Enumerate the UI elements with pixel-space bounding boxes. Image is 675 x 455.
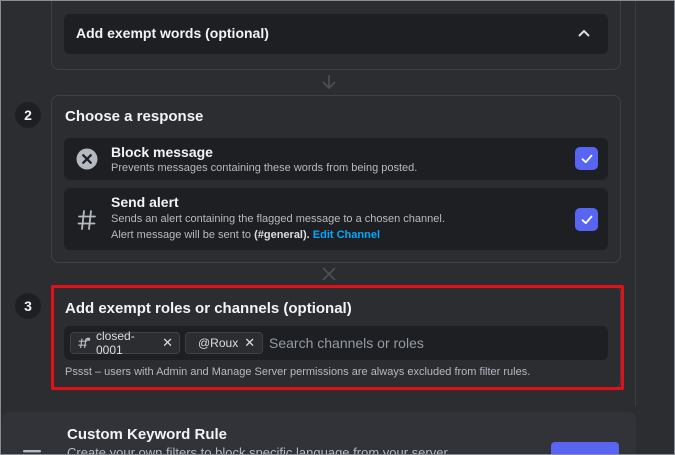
step-number-2: 2 bbox=[15, 102, 41, 128]
response-card: Choose a response Block message Prevents… bbox=[51, 95, 621, 263]
rule-icon bbox=[20, 442, 44, 455]
block-message-checkbox[interactable] bbox=[575, 147, 598, 170]
block-message-option[interactable]: Block message Prevents messages containi… bbox=[64, 138, 608, 180]
send-alert-option[interactable]: Send alert Sends an alert containing the… bbox=[64, 188, 608, 250]
step-number-3: 3 bbox=[15, 293, 41, 319]
x-circle-icon bbox=[76, 148, 98, 170]
alert-channel-name: (#general). bbox=[254, 229, 310, 241]
send-alert-checkbox[interactable] bbox=[575, 208, 598, 231]
custom-keyword-rule-card: Custom Keyword Rule Create your own filt… bbox=[2, 412, 636, 455]
edit-channel-link[interactable]: Edit Channel bbox=[313, 229, 380, 241]
alert-channel-line: Alert message will be sent to (#general)… bbox=[111, 227, 380, 243]
hashtag-icon bbox=[75, 208, 99, 232]
automod-rule-panel: Add exempt words (optional) 2 Choose a r… bbox=[2, 0, 636, 406]
response-title: Choose a response bbox=[65, 108, 204, 125]
arrow-down-icon bbox=[320, 73, 338, 96]
custom-rule-desc: Create your own filters to block specifi… bbox=[67, 445, 451, 455]
alert-channel-prefix: Alert message will be sent to bbox=[111, 229, 255, 241]
keyword-card: Add exempt words (optional) bbox=[51, 0, 621, 70]
block-message-desc: Prevents messages containing these words… bbox=[111, 162, 418, 174]
role-chip-label: @Roux bbox=[198, 336, 239, 350]
send-alert-desc: Sends an alert containing the flagged me… bbox=[111, 213, 445, 225]
block-message-title: Block message bbox=[111, 144, 213, 160]
remove-role-chip-icon[interactable]: ✕ bbox=[244, 335, 255, 351]
remove-channel-chip-icon[interactable]: ✕ bbox=[162, 335, 173, 351]
create-rule-button[interactable] bbox=[551, 442, 619, 455]
search-channels-input[interactable]: Search channels or roles bbox=[269, 335, 424, 351]
exempt-search-field[interactable]: closed-0001 ✕ @Roux ✕ Search channels or… bbox=[64, 326, 608, 360]
exempt-words-row[interactable]: Add exempt words (optional) bbox=[64, 14, 608, 54]
role-chip[interactable]: @Roux ✕ bbox=[185, 332, 263, 354]
send-alert-title: Send alert bbox=[111, 194, 179, 210]
exempt-words-label: Add exempt words (optional) bbox=[76, 25, 269, 41]
exempt-hint: Pssst – users with Admin and Manage Serv… bbox=[65, 366, 531, 378]
custom-rule-title: Custom Keyword Rule bbox=[67, 426, 228, 443]
exempt-card: Add exempt roles or channels (optional) … bbox=[51, 285, 621, 389]
exempt-title: Add exempt roles or channels (optional) bbox=[65, 300, 352, 317]
channel-chip-label: closed-0001 bbox=[96, 329, 135, 357]
channel-lock-icon bbox=[77, 336, 91, 350]
chevron-up-icon[interactable] bbox=[576, 25, 592, 41]
channel-chip[interactable]: closed-0001 ✕ bbox=[70, 329, 180, 357]
